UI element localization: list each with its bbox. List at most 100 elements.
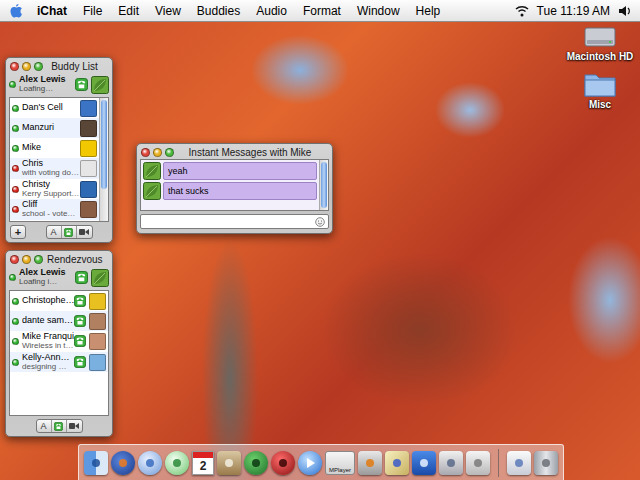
buddy-row[interactable]: Chriswith voting do…: [10, 158, 99, 179]
phone-icon[interactable]: [54, 422, 63, 431]
my-status[interactable]: Alex LewisLoafing i…: [6, 266, 112, 290]
buddy-name: Manzuri: [22, 123, 77, 133]
menu-item[interactable]: View: [155, 4, 181, 18]
buddy-list-window[interactable]: Buddy ListAlex LewisLoafing…Dan's Cell Ma…: [5, 57, 113, 243]
clock[interactable]: Tue 11:19 AM: [537, 4, 610, 18]
close-button[interactable]: [10, 62, 19, 71]
apple-icon[interactable]: [466, 451, 490, 475]
phone-icon[interactable]: [74, 335, 86, 347]
window-icon[interactable]: [507, 451, 531, 475]
zoom-button[interactable]: [165, 148, 174, 157]
minimize-button[interactable]: [22, 255, 31, 264]
desktop-icon[interactable]: Macintosh HD: [567, 24, 634, 62]
zoom-button[interactable]: [34, 62, 43, 71]
phone-icon[interactable]: [64, 228, 73, 237]
chat-type-control[interactable]: A: [46, 225, 93, 239]
buddy-row[interactable]: Manzuri: [10, 118, 99, 138]
ichat-icon[interactable]: [138, 451, 162, 475]
status-dot: [12, 298, 19, 305]
audio-chat-button[interactable]: [52, 420, 67, 432]
scroll-thumb[interactable]: [101, 100, 107, 189]
word-icon[interactable]: [412, 451, 436, 475]
menu-item[interactable]: Buddies: [197, 4, 240, 18]
title-bar[interactable]: Buddy List: [6, 58, 112, 73]
buddy-row[interactable]: dante sam…: [10, 311, 108, 331]
menu-item[interactable]: Audio: [256, 4, 287, 18]
dvd-icon[interactable]: [271, 451, 295, 475]
audio-chat-button[interactable]: [62, 226, 77, 238]
minimize-button[interactable]: [153, 148, 162, 157]
phone-icon[interactable]: [74, 295, 86, 307]
zoom-button[interactable]: [34, 255, 43, 264]
close-button[interactable]: [141, 148, 150, 157]
vlc-icon[interactable]: [358, 451, 382, 475]
buddy-name: Mike Franqui: [22, 332, 71, 342]
text-chat-button[interactable]: A: [37, 420, 52, 432]
buddy-avatar-icon: [80, 201, 97, 218]
menu-item[interactable]: Window: [357, 4, 400, 18]
apple-logo-icon[interactable]: [10, 3, 23, 18]
buddy-avatar-icon: [80, 140, 97, 157]
menu-item[interactable]: Format: [303, 4, 341, 18]
folder-icon[interactable]: [584, 70, 616, 98]
scrollbar[interactable]: [99, 98, 108, 221]
menu-item[interactable]: File: [83, 4, 102, 18]
firefox-icon[interactable]: [111, 451, 135, 475]
buddy-avatar-icon: [89, 333, 106, 350]
rendezvous-window[interactable]: RendezvousAlex LewisLoafing i…Christophe…: [5, 250, 113, 437]
scroll-thumb[interactable]: [321, 162, 327, 208]
title-bar[interactable]: Rendezvous: [6, 251, 112, 266]
video-chat-button[interactable]: [77, 226, 92, 238]
buddy-row[interactable]: Christophe…: [10, 291, 108, 311]
chat-window[interactable]: Instant Messages with Mikeyeahthat sucks: [136, 143, 333, 234]
wifi-icon[interactable]: [515, 5, 529, 17]
add-buddy-button[interactable]: +: [10, 225, 26, 239]
title-bar[interactable]: Instant Messages with Mike: [137, 144, 332, 159]
status-dot: [12, 338, 19, 345]
scrollbar[interactable]: [319, 160, 328, 210]
chat-type-control[interactable]: A: [36, 419, 83, 433]
quicktime-icon[interactable]: [298, 451, 322, 475]
buddy-row[interactable]: Kelly-Ann…designing …: [10, 352, 108, 373]
ical-icon[interactable]: 2: [192, 451, 214, 475]
close-button[interactable]: [10, 255, 19, 264]
speaker-icon[interactable]: [618, 5, 632, 17]
buddy-row[interactable]: Mike FranquiWireless in t…: [10, 331, 108, 352]
buddy-name: Cliff: [22, 200, 77, 210]
status-dot: [12, 165, 19, 172]
status-dot: [12, 318, 19, 325]
my-status-text[interactable]: Loafing…: [19, 85, 72, 94]
menu-item[interactable]: Help: [416, 4, 441, 18]
buddy-status: designing …: [22, 363, 71, 372]
message-input[interactable]: [144, 217, 313, 227]
network-icon[interactable]: [439, 451, 463, 475]
buddy-row[interactable]: Mike: [10, 138, 99, 158]
hard-drive-icon[interactable]: [584, 24, 616, 50]
mplayer-icon[interactable]: MPlayer: [325, 451, 355, 475]
buddy-row[interactable]: Cliffschool - vote…: [10, 199, 99, 220]
buddy-avatar-icon: [80, 160, 97, 177]
phone-icon[interactable]: [74, 356, 86, 368]
minimize-button[interactable]: [22, 62, 31, 71]
phone-icon[interactable]: [75, 78, 88, 91]
video-chat-button[interactable]: [67, 420, 82, 432]
camera-icon[interactable]: [79, 228, 89, 236]
itunes-icon[interactable]: [165, 451, 189, 475]
phone-icon[interactable]: [74, 315, 86, 327]
dreamweaver-icon[interactable]: [244, 451, 268, 475]
camera-icon[interactable]: [69, 422, 79, 430]
finder-icon[interactable]: [84, 451, 108, 475]
app-menu[interactable]: iChat: [37, 4, 67, 18]
text-chat-button[interactable]: A: [47, 226, 62, 238]
my-status[interactable]: Alex LewisLoafing…: [6, 73, 112, 97]
trash-icon[interactable]: [534, 451, 558, 475]
signpost-icon[interactable]: [217, 451, 241, 475]
menu-item[interactable]: Edit: [118, 4, 139, 18]
phone-icon[interactable]: [75, 271, 88, 284]
smiley-icon[interactable]: [315, 217, 325, 227]
my-status-text[interactable]: Loafing i…: [19, 278, 72, 287]
buddy-row[interactable]: Dan's Cell: [10, 98, 99, 118]
pencil-icon[interactable]: [385, 451, 409, 475]
desktop-icon[interactable]: Misc: [584, 70, 616, 110]
buddy-row[interactable]: ChristyKerry Support…: [10, 179, 99, 200]
